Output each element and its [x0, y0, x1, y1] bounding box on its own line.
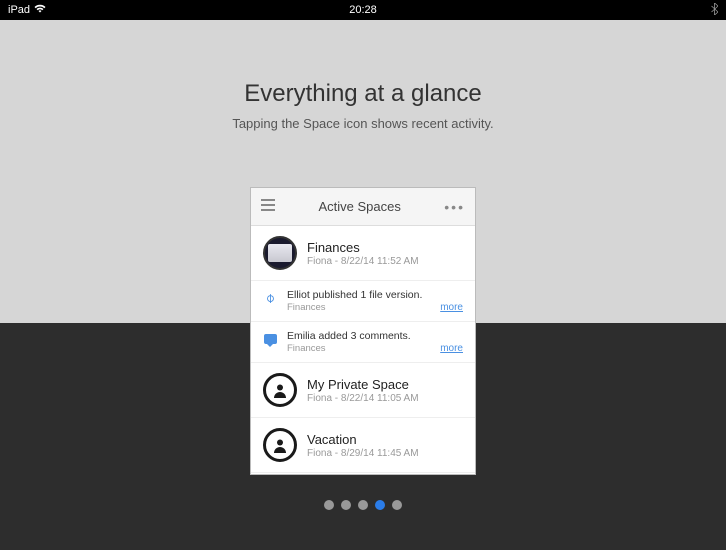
space-meta: Fiona - 8/29/14 11:45 AM — [307, 448, 463, 459]
activity-main: Emilia added 3 comments. — [287, 330, 463, 342]
space-meta: Fiona - 8/22/14 11:52 AM — [307, 256, 463, 267]
mock-header-title: Active Spaces — [318, 199, 400, 214]
more-link[interactable]: more — [440, 343, 463, 354]
more-icon[interactable]: ••• — [444, 199, 465, 215]
finances-thumbnail-icon — [268, 244, 292, 262]
page-dot-2[interactable] — [341, 500, 351, 510]
space-name: Vacation — [307, 432, 463, 447]
space-name: Finances — [307, 240, 463, 255]
ios-status-bar: iPad 20:28 — [0, 0, 726, 20]
space-item-private[interactable]: My Private Space Fiona - 8/22/14 11:05 A… — [251, 363, 475, 418]
space-avatar — [263, 428, 297, 462]
activity-sub: Finances — [287, 343, 463, 354]
activity-main: Elliot published 1 file version. — [287, 289, 463, 301]
wifi-icon — [34, 4, 46, 16]
activity-item-comment[interactable]: Emilia added 3 comments. Finances more — [251, 322, 475, 363]
space-avatar — [263, 236, 297, 270]
space-text: Vacation Fiona - 8/29/14 11:45 AM — [307, 432, 463, 459]
space-text: Finances Fiona - 8/22/14 11:52 AM — [307, 240, 463, 267]
page-dot-1[interactable] — [324, 500, 334, 510]
space-item-finances[interactable]: Finances Fiona - 8/22/14 11:52 AM — [251, 226, 475, 281]
person-icon — [272, 382, 288, 398]
page-dot-4[interactable] — [375, 500, 385, 510]
bluetooth-icon — [711, 3, 718, 18]
page-dot-3[interactable] — [358, 500, 368, 510]
hero-text: Everything at a glance Tapping the Space… — [0, 20, 726, 131]
activity-item-file[interactable]: ⌀ Elliot published 1 file version. Finan… — [251, 281, 475, 322]
link-icon: ⌀ — [263, 291, 277, 305]
app-preview-mock: Active Spaces ••• Finances Fiona - 8/22/… — [250, 187, 476, 475]
hamburger-icon[interactable] — [261, 199, 275, 215]
page-subtitle: Tapping the Space icon shows recent acti… — [0, 116, 726, 131]
more-link[interactable]: more — [440, 302, 463, 313]
device-label: iPad — [8, 4, 30, 16]
mock-header: Active Spaces ••• — [251, 188, 475, 226]
activity-text: Elliot published 1 file version. Finance… — [287, 289, 463, 313]
person-icon — [272, 437, 288, 453]
activity-text: Emilia added 3 comments. Finances — [287, 330, 463, 354]
space-avatar — [263, 373, 297, 407]
status-time: 20:28 — [349, 4, 377, 16]
status-left: iPad — [8, 4, 46, 16]
pagination-dots[interactable] — [324, 500, 402, 510]
page-dot-5[interactable] — [392, 500, 402, 510]
space-meta: Fiona - 8/22/14 11:05 AM — [307, 393, 463, 404]
comment-icon — [263, 332, 277, 346]
activity-sub: Finances — [287, 302, 463, 313]
space-text: My Private Space Fiona - 8/22/14 11:05 A… — [307, 377, 463, 404]
page-title: Everything at a glance — [0, 80, 726, 108]
space-item-vacation[interactable]: Vacation Fiona - 8/29/14 11:45 AM — [251, 418, 475, 473]
space-name: My Private Space — [307, 377, 463, 392]
